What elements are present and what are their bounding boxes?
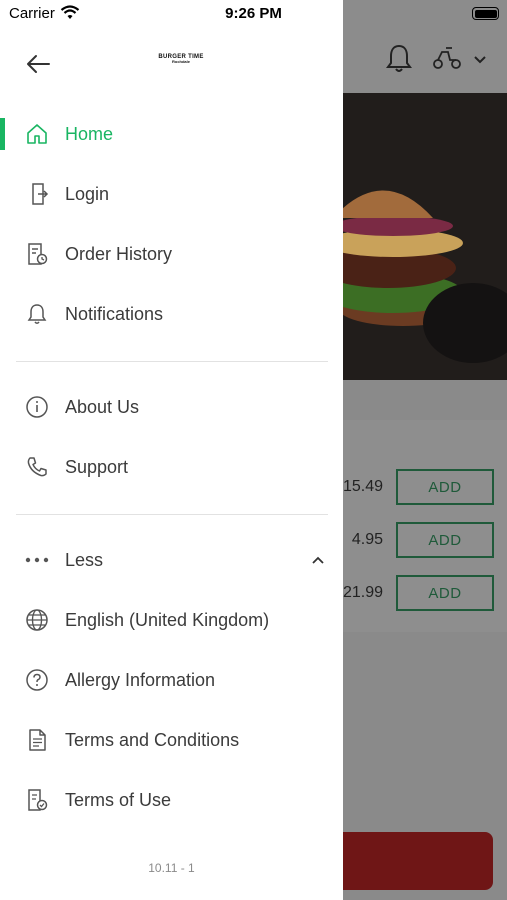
status-bar: Carrier 9:26 PM [0,0,507,28]
menu-item-label: Notifications [65,303,164,324]
menu-item-label: Home [65,123,114,144]
checkout-button [330,832,493,890]
divider [16,361,328,362]
more-dots-icon [24,547,50,573]
add-button: ADD [396,522,494,558]
navigation-drawer: BURGER TIME Rochdale Home Login Order Hi… [0,0,343,900]
menu-item-order-history[interactable]: Order History [0,228,343,280]
menu-item-home[interactable]: Home [0,108,343,160]
order-history-icon [24,241,50,267]
info-icon [24,394,50,420]
question-icon [24,667,50,693]
menu-item-label: Less [65,549,104,570]
logo-sub-text: Rochdale [171,59,190,64]
back-button[interactable] [24,50,52,78]
globe-icon [24,607,50,633]
bell-icon [386,44,412,72]
menu-item-support[interactable]: Support [0,441,343,493]
menu-item-notifications[interactable]: Notifications [0,288,343,340]
menu-item-label: Terms and Conditions [65,729,240,750]
phone-icon [24,454,50,480]
menu-item-label: Terms of Use [65,789,172,810]
document-icon [24,727,50,753]
menu-item-label: English (United Kingdom) [65,609,270,630]
chevron-up-icon [312,556,324,564]
add-button: ADD [396,575,494,611]
home-icon [24,121,50,147]
divider [16,514,328,515]
hero-burger-image [343,93,507,380]
document-check-icon [24,787,50,813]
add-button: ADD [396,469,494,505]
chevron-down-icon [474,56,486,64]
brand-logo: BURGER TIME Rochdale [150,54,212,64]
menu-item-allergy-information[interactable]: Allergy Information [0,654,343,706]
login-icon [24,181,50,207]
arrow-left-icon [27,55,50,73]
menu-item-terms-of-use[interactable]: Terms of Use [0,774,343,826]
menu-item-label: Allergy Information [65,669,216,690]
menu-item-label: Login [65,183,110,204]
menu-item-label: Support [65,456,129,477]
delivery-scooter-icon [433,47,461,69]
menu-item-language[interactable]: English (United Kingdom) [0,594,343,646]
menu-item-label: About Us [65,396,140,417]
battery-icon [472,7,499,20]
menu-item-less-toggle[interactable]: Less [0,534,343,586]
app-version: 10.11 - 1 [148,861,195,875]
menu-item-label: Order History [65,243,173,264]
bell-icon [24,301,50,327]
menu-item-about-us[interactable]: About Us [0,381,343,433]
status-time: 9:26 PM [225,5,282,22]
menu-item-terms-and-conditions[interactable]: Terms and Conditions [0,714,343,766]
menu-item-login[interactable]: Login [0,168,343,220]
